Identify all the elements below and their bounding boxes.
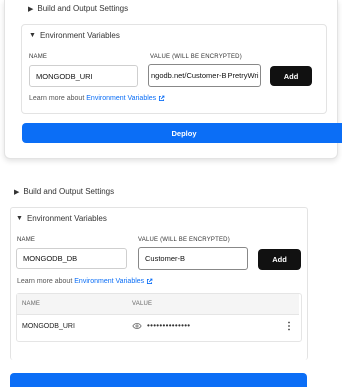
value-input-text-after: PretryWri <box>227 71 259 80</box>
chevron-down-icon: ▼ <box>16 215 23 222</box>
deploy-button-label: Deploy <box>171 128 197 138</box>
value-input[interactable]: ngodb.net/Customer-B PretryWri <box>148 64 261 87</box>
chevron-down-icon: ▼ <box>29 32 36 39</box>
build-output-toggle[interactable]: ▶ Build and Output Settings <box>28 4 128 13</box>
learn-more-2: Learn more about Environment Variables <box>17 278 153 285</box>
chevron-right-icon: ▶ <box>14 188 20 196</box>
table-row-value: •••••••••••••• <box>147 321 191 330</box>
value-input-text-before: ngodb.net/Customer-B <box>151 71 227 80</box>
build-output-title: Build and Output Settings <box>37 4 129 13</box>
learn-more: Learn more about Environment Variables <box>29 95 165 102</box>
add-button[interactable]: Add <box>270 66 312 86</box>
learn-more-prefix: Learn more about <box>29 95 85 102</box>
external-link-icon[interactable] <box>146 278 153 285</box>
table-header-value: VALUE <box>132 301 153 307</box>
env-vars-docs-link-2[interactable]: Environment Variables <box>74 278 144 285</box>
external-link-icon[interactable] <box>158 95 165 102</box>
value-input-2[interactable]: Customer-B <box>138 247 248 270</box>
chevron-right-icon: ▶ <box>28 5 34 13</box>
add-button-2[interactable]: Add <box>258 249 301 270</box>
name-label-2: NAME <box>17 237 36 243</box>
add-button-label-2: Add <box>272 255 287 264</box>
deploy-button[interactable]: Deploy <box>22 123 342 143</box>
build-output-toggle-2[interactable]: ▶ Build and Output Settings <box>14 187 114 196</box>
add-button-label: Add <box>283 71 299 81</box>
build-output-title-2: Build and Output Settings <box>23 187 115 196</box>
learn-more-prefix-2: Learn more about <box>17 278 73 285</box>
value-label: VALUE (WILL BE ENCRYPTED) <box>150 54 242 60</box>
name-input-value: MONGODB_URI <box>36 71 93 81</box>
env-vars-title-2: Environment Variables <box>26 214 107 223</box>
name-input-value-2: MONGODB_DB <box>23 254 78 263</box>
name-input-2[interactable]: MONGODB_DB <box>16 248 127 269</box>
eye-icon[interactable] <box>132 322 142 330</box>
table-row-name: MONGODB_URI <box>22 323 75 330</box>
table-header-name: NAME <box>22 301 41 307</box>
env-vars-title: Environment Variables <box>39 31 120 40</box>
deploy-button-partial[interactable] <box>10 373 307 387</box>
value-input-text-2: Customer-B <box>145 254 186 263</box>
name-input[interactable]: MONGODB_URI <box>29 65 138 87</box>
more-vertical-icon[interactable] <box>287 321 291 331</box>
env-vars-docs-link[interactable]: Environment Variables <box>86 95 156 102</box>
env-vars-toggle[interactable]: ▼ Environment Variables <box>29 31 120 40</box>
env-table-header <box>17 294 299 315</box>
name-label: NAME <box>29 54 48 60</box>
value-label-2: VALUE (WILL BE ENCRYPTED) <box>138 237 230 243</box>
env-vars-toggle-2[interactable]: ▼ Environment Variables <box>16 214 107 223</box>
